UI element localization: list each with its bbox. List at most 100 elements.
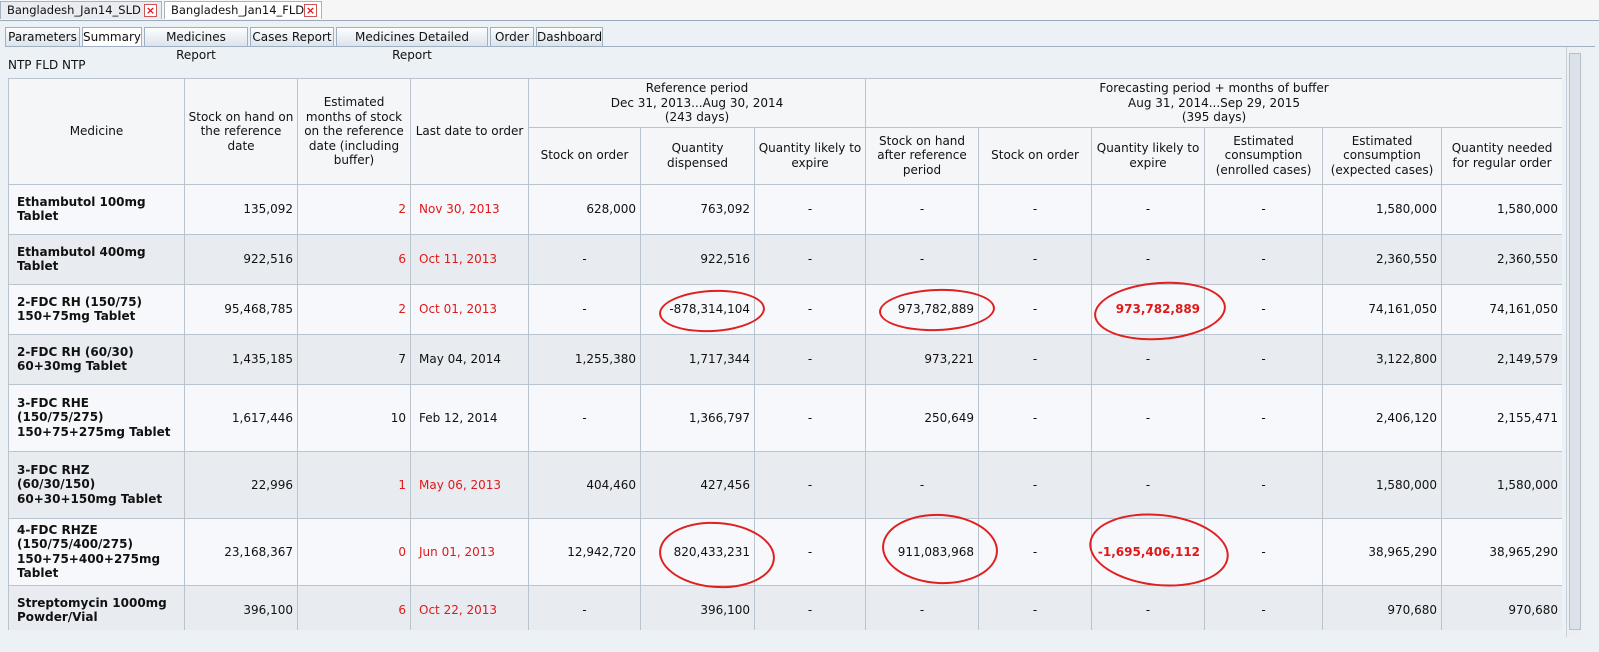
col-header-ref-quantity-dispensed[interactable]: Quantity dispensed — [640, 126, 755, 185]
fc-stock-after-cell: 911,083,968 — [865, 517, 980, 586]
tab-dashboard[interactable]: Dashboard — [536, 27, 603, 47]
tab-parameters[interactable]: Parameters — [5, 27, 80, 47]
close-icon[interactable]: × — [144, 4, 157, 17]
reference-period-days: (243 days) — [664, 110, 730, 125]
last-date-cell: Oct 01, 2013 — [410, 283, 529, 335]
ref-quantity-dispensed-cell: 1,717,344 — [640, 333, 755, 385]
col-header-stock-on-hand[interactable]: Stock on hand on the reference date — [184, 78, 298, 185]
estimated-months-cell: 6 — [297, 233, 411, 285]
fc-consumption-expected-cell: 970,680 — [1322, 584, 1443, 630]
table-body: Ethambutol 100mg Tablet 135,092 2 Nov 30, 20… — [8, 183, 1562, 630]
last-date-cell: May 04, 2014 — [410, 333, 529, 385]
fc-quantity-expire-cell: - — [1091, 584, 1206, 630]
tab-order[interactable]: Order — [490, 27, 534, 47]
document-tab-bar: Bangladesh_Jan14_SLD × Bangladesh_Jan14_… — [0, 0, 1599, 21]
col-header-fc-quantity-needed[interactable]: Quantity needed for regular order — [1441, 126, 1562, 185]
medicine-name-line: 2-FDC RH (150/75) — [17, 294, 143, 309]
table-row[interactable]: 2-FDC RH (150/75) 150+75mg Tablet 95,468,7… — [8, 283, 1562, 335]
medicine-cell: 4-FDC RHZE (150/75/400/275) 150+75+400+275… — [8, 517, 185, 586]
summary-table: Medicine Stock on hand on the reference … — [8, 78, 1562, 630]
medicine-name-line: Ethambutol 400mg — [17, 244, 146, 259]
medicine-cell: 3-FDC RHE (150/75/275) 150+75+275mg Tablet — [8, 383, 185, 452]
vertical-scrollbar[interactable] — [1566, 47, 1583, 637]
ref-quantity-dispensed-cell: 1,366,797 — [640, 383, 755, 452]
col-header-fc-consumption-expected[interactable]: Estimated consumption (expected cases) — [1322, 126, 1443, 185]
last-date-cell: Oct 22, 2013 — [410, 584, 529, 630]
col-header-fc-stock-after-reference[interactable]: Stock on hand after reference period — [865, 126, 980, 185]
medicine-cell: Ethambutol 400mg Tablet — [8, 233, 185, 285]
fc-quantity-needed-cell: 2,360,550 — [1441, 233, 1562, 285]
ref-stock-on-order-cell: 12,942,720 — [528, 517, 641, 586]
fc-quantity-needed-cell: 74,161,050 — [1441, 283, 1562, 335]
tab-cases-report[interactable]: Cases Report — [250, 27, 334, 47]
fc-consumption-expected-cell: 74,161,050 — [1322, 283, 1443, 335]
fc-consumption-expected-cell: 2,406,120 — [1322, 383, 1443, 452]
stock-on-hand-cell: 1,435,185 — [184, 333, 298, 385]
medicine-cell: Streptomycin 1000mg Powder/Vial — [8, 584, 185, 630]
medicine-name-line: Tablet — [17, 566, 59, 581]
ref-stock-on-order-cell: - — [528, 283, 641, 335]
table-row[interactable]: Ethambutol 100mg Tablet 135,092 2 Nov 30, 20… — [8, 183, 1562, 235]
doc-tab-sld[interactable]: Bangladesh_Jan14_SLD × — [0, 1, 162, 19]
table-row[interactable]: 3-FDC RHZ (60/30/150) 60+30+150mg Tablet 22… — [8, 450, 1562, 519]
tab-medicines-report[interactable]: Medicines Report — [144, 27, 248, 62]
forecast-period-range: Aug 31, 2014...Sep 29, 2015 — [1128, 95, 1301, 110]
medicine-name-line: 3-FDC RHE — [17, 395, 89, 410]
doc-tab-label: Bangladesh_Jan14_SLD — [7, 3, 141, 17]
col-header-ref-stock-on-order[interactable]: Stock on order — [528, 126, 641, 185]
close-icon[interactable]: × — [304, 4, 317, 17]
col-header-last-date-to-order[interactable]: Last date to order — [410, 78, 529, 185]
table-row[interactable]: 3-FDC RHE (150/75/275) 150+75+275mg Tablet… — [8, 383, 1562, 452]
fc-consumption-expected-cell: 2,360,550 — [1322, 233, 1443, 285]
fc-consumption-enrolled-cell: - — [1204, 333, 1324, 385]
estimated-months-cell: 2 — [297, 283, 411, 335]
stock-on-hand-cell: 135,092 — [184, 183, 298, 235]
ref-stock-on-order-cell: 404,460 — [528, 450, 641, 519]
col-header-fc-quantity-expire[interactable]: Quantity likely to expire — [1091, 126, 1206, 185]
table-row[interactable]: 4-FDC RHZE (150/75/400/275) 150+75+400+275… — [8, 517, 1562, 586]
report-title: NTP FLD NTP — [8, 58, 86, 72]
medicine-cell: 2-FDC RH (60/30) 60+30mg Tablet — [8, 333, 185, 385]
table-row[interactable]: Streptomycin 1000mg Powder/Vial 396,100 6 Oc… — [8, 584, 1562, 630]
table-row[interactable]: Ethambutol 400mg Tablet 922,516 6 Oct 11, 20… — [8, 233, 1562, 285]
table-row[interactable]: 2-FDC RH (60/30) 60+30mg Tablet 1,435,185 7… — [8, 333, 1562, 385]
ref-quantity-expire-cell: - — [753, 183, 867, 235]
scrollbar-thumb[interactable] — [1569, 53, 1581, 630]
estimated-months-cell: 0 — [297, 517, 411, 586]
last-date-cell: Jun 01, 2013 — [410, 517, 529, 586]
fc-quantity-needed-cell: 2,149,579 — [1441, 333, 1562, 385]
col-header-fc-stock-on-order[interactable]: Stock on order — [978, 126, 1093, 185]
summary-table-container: Medicine Stock on hand on the reference … — [8, 78, 1562, 630]
medicine-name-line: Streptomycin 1000mg — [17, 595, 167, 610]
fc-consumption-expected-cell: 3,122,800 — [1322, 333, 1443, 385]
col-header-estimated-months[interactable]: Estimated months of stock on the referen… — [297, 78, 411, 185]
fc-consumption-enrolled-cell: - — [1204, 283, 1324, 335]
fc-stock-after-cell: 973,782,889 — [865, 283, 980, 335]
tab-medicines-detailed-report[interactable]: Medicines Detailed Report — [336, 27, 488, 62]
ref-quantity-expire-cell: - — [753, 450, 867, 519]
ref-quantity-expire-cell: - — [753, 333, 867, 385]
ref-stock-on-order-cell: - — [528, 584, 641, 630]
stock-on-hand-cell: 1,617,446 — [184, 383, 298, 452]
fc-quantity-expire-cell: - — [1091, 383, 1206, 452]
col-header-medicine[interactable]: Medicine — [8, 78, 185, 185]
fc-consumption-enrolled-cell: - — [1204, 584, 1324, 630]
fc-stock-on-order-cell: - — [978, 383, 1093, 452]
fc-consumption-expected-cell: 1,580,000 — [1322, 450, 1443, 519]
medicine-name-line: 150+75+400+275mg — [17, 551, 161, 566]
col-header-ref-quantity-expire[interactable]: Quantity likely to expire — [753, 126, 867, 185]
tab-summary[interactable]: Summary — [82, 27, 142, 47]
fc-stock-after-cell: 250,649 — [865, 383, 980, 452]
doc-tab-fld[interactable]: Bangladesh_Jan14_FLD × — [164, 1, 322, 19]
fc-stock-on-order-cell: - — [978, 283, 1093, 335]
estimated-months-cell: 1 — [297, 450, 411, 519]
col-header-fc-consumption-enrolled[interactable]: Estimated consumption (enrolled cases) — [1204, 126, 1324, 185]
ref-quantity-expire-cell: - — [753, 383, 867, 452]
medicine-name-line: 150+75mg Tablet — [17, 309, 136, 324]
group-header-reference-period: Reference period Dec 31, 2013...Aug 30, … — [527, 78, 867, 128]
panel-border — [5, 46, 1595, 47]
ref-stock-on-order-cell: - — [528, 383, 641, 452]
fc-stock-on-order-cell: - — [978, 584, 1093, 630]
fc-consumption-expected-cell: 1,580,000 — [1322, 183, 1443, 235]
fc-quantity-expire-cell: -1,695,406,112 — [1091, 517, 1206, 586]
